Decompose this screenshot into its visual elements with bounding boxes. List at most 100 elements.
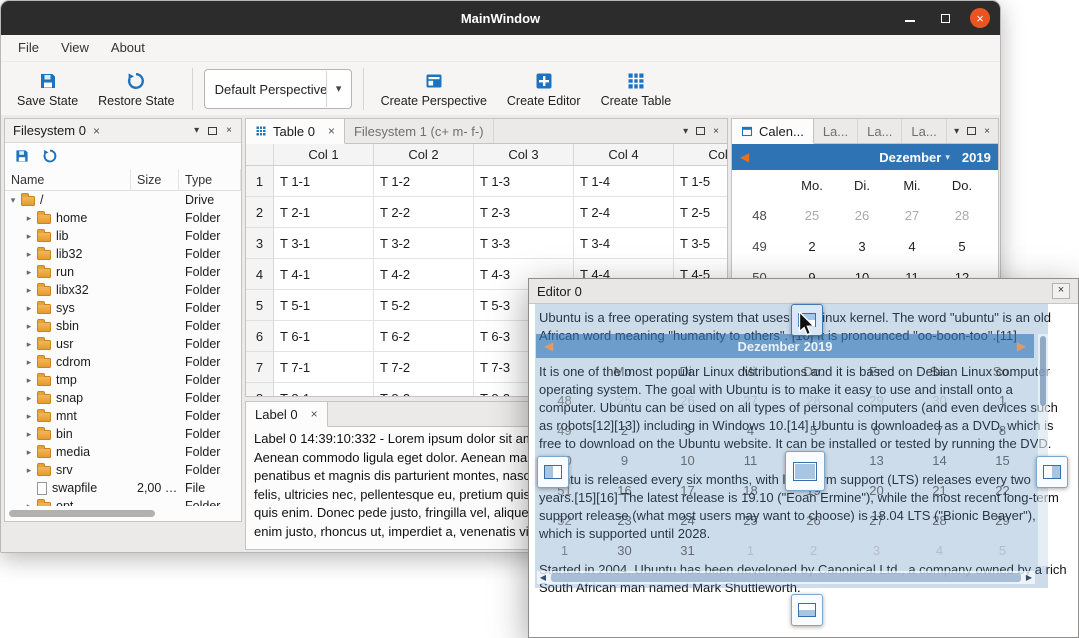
prev-month-button[interactable]: ◀ xyxy=(740,144,749,170)
close-button[interactable]: × xyxy=(970,8,990,28)
calendar-day[interactable]: 28 xyxy=(937,200,987,231)
table-cell[interactable]: T 5-2 xyxy=(374,290,474,321)
horizontal-scrollbar[interactable] xyxy=(7,507,239,520)
expander-icon[interactable]: ▸ xyxy=(23,321,35,332)
table-cell[interactable]: T 5-1 xyxy=(274,290,374,321)
calendar-day[interactable]: 4 xyxy=(887,231,937,262)
calendar-day[interactable]: 25 xyxy=(787,200,837,231)
expander-icon[interactable]: ▸ xyxy=(23,213,35,224)
tab-label0[interactable]: Label 0 × xyxy=(246,402,328,427)
filesystem-panel-titlebar[interactable]: Filesystem 0 × ▾ × xyxy=(5,119,241,143)
table-cell[interactable]: T 3-5 xyxy=(674,228,727,259)
filesystem-row[interactable]: ▸snapFolder xyxy=(5,389,241,407)
table-cell[interactable]: T 2-5 xyxy=(674,197,727,228)
table-cell[interactable]: T 8-1 xyxy=(274,383,374,396)
close-tab-icon[interactable]: × xyxy=(328,125,335,137)
column-header-type[interactable]: Type xyxy=(179,169,241,190)
row-number[interactable]: 1 xyxy=(246,166,274,197)
table-cell[interactable]: T 6-2 xyxy=(374,321,474,352)
float-icon[interactable] xyxy=(696,127,705,135)
maximize-button[interactable] xyxy=(935,8,955,28)
filesystem-row[interactable]: ▾/Drive xyxy=(5,191,241,209)
tab-label3[interactable]: La... xyxy=(902,119,946,143)
column-header-size[interactable]: Size xyxy=(131,169,179,190)
expander-icon[interactable]: ▸ xyxy=(23,375,35,386)
expander-icon[interactable]: ▸ xyxy=(23,303,35,314)
save-icon[interactable] xyxy=(14,148,30,164)
menu-about[interactable]: About xyxy=(100,35,156,61)
expander-icon[interactable]: ▸ xyxy=(23,501,35,507)
year-label[interactable]: 2019 xyxy=(962,150,991,165)
row-number[interactable]: 3 xyxy=(246,228,274,259)
drop-indicator-left[interactable] xyxy=(537,456,569,488)
drop-indicator-right[interactable] xyxy=(1036,456,1068,488)
tab-calendar[interactable]: Calen... xyxy=(732,119,814,144)
editor-titlebar[interactable]: Editor 0 × xyxy=(529,279,1078,304)
filesystem-row[interactable]: ▸tmpFolder xyxy=(5,371,241,389)
row-number[interactable]: 8 xyxy=(246,383,274,396)
table-cell[interactable]: T 2-3 xyxy=(474,197,574,228)
filesystem-row[interactable]: ▸cdromFolder xyxy=(5,353,241,371)
table-cell[interactable]: T 8-2 xyxy=(374,383,474,396)
row-number[interactable]: 4 xyxy=(246,259,274,290)
table-cell[interactable]: T 6-1 xyxy=(274,321,374,352)
calendar-day[interactable]: 6 xyxy=(987,231,998,262)
expander-icon[interactable]: ▾ xyxy=(7,195,19,206)
expander-icon[interactable]: ▸ xyxy=(23,231,35,242)
column-header-name[interactable]: Name xyxy=(5,169,131,190)
expander-icon[interactable]: ▸ xyxy=(23,339,35,350)
filesystem-row[interactable]: ▸srvFolder xyxy=(5,461,241,479)
calendar-day[interactable]: 27 xyxy=(887,200,937,231)
dock-close-icon[interactable]: × xyxy=(984,126,990,137)
table-cell[interactable]: T 2-2 xyxy=(374,197,474,228)
tab-label1[interactable]: La... xyxy=(814,119,858,143)
table-cell[interactable]: T 3-2 xyxy=(374,228,474,259)
expander-icon[interactable]: ▸ xyxy=(23,447,35,458)
float-icon[interactable] xyxy=(208,127,217,135)
filesystem-row[interactable]: ▸optFolder xyxy=(5,497,241,506)
filesystem-row[interactable]: ▸sbinFolder xyxy=(5,317,241,335)
table-cell[interactable]: T 2-4 xyxy=(574,197,674,228)
dock-menu-icon[interactable]: ▾ xyxy=(194,125,199,136)
create-editor-button[interactable]: Create Editor xyxy=(497,68,591,111)
tab-label2[interactable]: La... xyxy=(858,119,902,143)
table-column-header[interactable]: Col 1 xyxy=(274,144,374,166)
expander-icon[interactable]: ▸ xyxy=(23,249,35,260)
expander-icon[interactable]: ▸ xyxy=(23,393,35,404)
calendar-day[interactable]: 2 xyxy=(787,231,837,262)
calendar-day[interactable]: 29 xyxy=(987,200,998,231)
restore-icon[interactable] xyxy=(42,148,58,164)
expander-icon[interactable]: ▸ xyxy=(23,357,35,368)
table-cell[interactable]: T 1-3 xyxy=(474,166,574,197)
expander-icon[interactable]: ▸ xyxy=(23,465,35,476)
dock-menu-icon[interactable]: ▾ xyxy=(954,126,959,137)
table-cell[interactable]: T 1-5 xyxy=(674,166,727,197)
row-number[interactable]: 7 xyxy=(246,352,274,383)
perspective-select[interactable]: Default Perspective ▾ xyxy=(204,69,352,109)
table-cell[interactable]: T 7-1 xyxy=(274,352,374,383)
window-titlebar[interactable]: MainWindow × xyxy=(1,1,1000,35)
table-cell[interactable]: T 1-1 xyxy=(274,166,374,197)
table-cell[interactable]: T 3-1 xyxy=(274,228,374,259)
table-cell[interactable]: T 4-2 xyxy=(374,259,474,290)
drop-indicator-center[interactable] xyxy=(785,451,825,491)
calendar-day[interactable]: 5 xyxy=(937,231,987,262)
table-column-header[interactable]: Col 2 xyxy=(374,144,474,166)
table-cell[interactable]: T 1-2 xyxy=(374,166,474,197)
table-column-header[interactable]: Col 4 xyxy=(574,144,674,166)
close-button[interactable]: × xyxy=(1052,283,1070,299)
filesystem-row[interactable]: ▸mediaFolder xyxy=(5,443,241,461)
calendar-day[interactable]: 26 xyxy=(837,200,887,231)
expander-icon[interactable]: ▸ xyxy=(23,285,35,296)
table-column-header[interactable]: Col 3 xyxy=(474,144,574,166)
drop-indicator-bottom[interactable] xyxy=(791,594,823,626)
menu-file[interactable]: File xyxy=(7,35,50,61)
dock-close-icon[interactable]: × xyxy=(713,126,719,137)
filesystem-row[interactable]: ▸binFolder xyxy=(5,425,241,443)
dock-close-icon[interactable]: × xyxy=(226,125,232,136)
filesystem-row[interactable]: ▸runFolder xyxy=(5,263,241,281)
restore-state-button[interactable]: Restore State xyxy=(88,68,184,111)
table-cell[interactable]: T 1-4 xyxy=(574,166,674,197)
table-cell[interactable]: T 4-1 xyxy=(274,259,374,290)
table-cell[interactable]: T 2-1 xyxy=(274,197,374,228)
